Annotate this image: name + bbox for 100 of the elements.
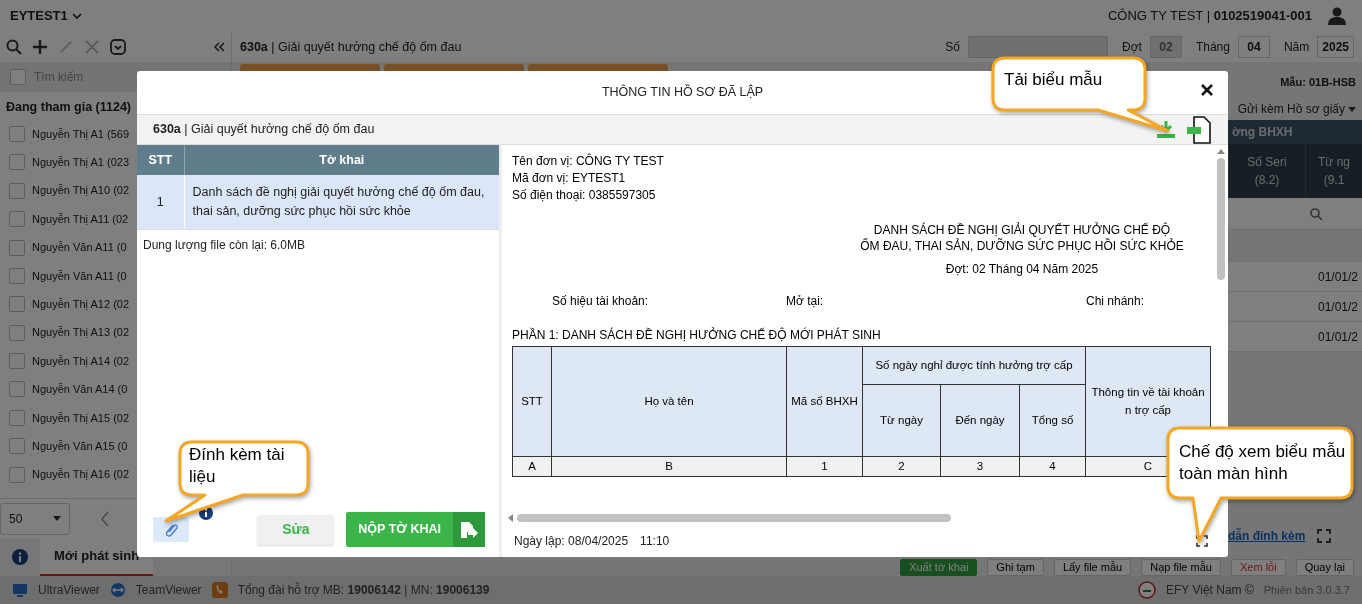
checkbox[interactable] (9, 211, 25, 228)
column-header: Họ và tên (551, 346, 787, 457)
unit-selector[interactable]: EYTEST1 (10, 6, 68, 26)
quota-text: Dung lượng file còn lại: 6.0MB (137, 229, 499, 254)
scroll-left-icon[interactable] (508, 514, 513, 522)
employee-name[interactable]: Nguyễn Văn A11 (0 (32, 267, 127, 285)
download-icon[interactable] (1156, 120, 1176, 139)
caret-icon[interactable] (70, 11, 83, 21)
employee-name[interactable]: Nguyễn Thị A15 (02 (32, 409, 130, 427)
section-heading: PHẦN 1: DANH SÁCH ĐỀ NGHỊ HƯỞNG CHẾ ĐỘ MỚI PHÁT SINH (512, 326, 882, 344)
column-header: Số ngày nghỉ được tính hưởng trợ cấp (862, 346, 1086, 385)
field-label: Năm (1283, 39, 1310, 56)
vendor-name: EFY Việt Nam © (1166, 582, 1254, 599)
tab[interactable]: Mới phát sinh (40, 538, 154, 576)
account-label: Mở tại: (786, 293, 825, 310)
scrollbar-thumb[interactable] (517, 514, 951, 522)
input-field[interactable]: 04 (1237, 36, 1270, 58)
field-label: Tháng (1195, 39, 1230, 56)
employee-name[interactable]: Nguyễn Văn A15 (0 (32, 438, 128, 455)
column-group-header: ờng BHXH (1228, 120, 1362, 144)
employee-name[interactable]: Nguyễn Thị A1 (569 (32, 125, 130, 143)
remote-icon[interactable] (109, 582, 126, 598)
checkbox[interactable] (9, 324, 25, 341)
action-button[interactable]: Xem lỗi (1230, 559, 1286, 576)
company-logo (1138, 581, 1156, 599)
employee-name[interactable]: Nguyễn Thị A14 (02 (32, 352, 130, 370)
checkbox[interactable] (9, 239, 25, 256)
submit-button[interactable]: NỘP TỜ KHAI (346, 512, 485, 547)
previous-icon[interactable] (100, 510, 110, 527)
checkbox[interactable] (9, 353, 25, 370)
form-title: 630a | Giải quyết hưởng chế độ ốm đau (240, 38, 462, 56)
monitor-icon[interactable] (12, 582, 28, 598)
search-icon[interactable] (1310, 207, 1322, 220)
scroll-up-icon[interactable] (1217, 149, 1225, 154)
employee-name[interactable]: Nguyễn Thị A1 (023 (32, 154, 130, 171)
table-row[interactable]: 1 Danh sách đề nghị giải quyết hưởng chế độ ốm đau, thai sản, dưỡng sức phục hồi sức khỏe (137, 175, 499, 229)
document-title: ỐM ĐAU, THAI SẢN, DƯỠNG SỨC PHỤC HỒI SỨC KHỎE (859, 238, 1185, 254)
field-label: Số (945, 39, 961, 56)
company-name: CÔNG TY TEST | 0102519041-001 (1107, 7, 1312, 26)
unit-info: Mã đơn vị: EYTEST1 (512, 170, 627, 187)
checkbox[interactable] (9, 409, 25, 426)
tool-link[interactable]: UltraViewer (38, 581, 100, 599)
account-label: Chi nhánh: (1086, 293, 1145, 310)
checkbox[interactable] (9, 267, 25, 284)
collapse-icon[interactable] (213, 41, 225, 53)
edit-icon[interactable] (58, 39, 74, 55)
created-time: 11:10 (640, 533, 670, 550)
tool-link[interactable]: TeamViewer (135, 581, 202, 599)
dialog-title: THÔNG TIN HỒ SƠ ĐÃ LẬP (601, 83, 764, 102)
add-icon[interactable] (32, 39, 48, 55)
column-header: Mã số BHXH (786, 346, 863, 457)
user-icon[interactable] (1328, 7, 1346, 25)
attachment-mode-select[interactable]: Gửi kèm Hồ sơ giấy (1228, 98, 1362, 120)
action-button[interactable]: Lấy file mẫu (1053, 559, 1132, 576)
employee-name[interactable]: Nguyễn Thị A10 (02 (32, 182, 130, 199)
action-button[interactable]: Xuất tờ khai (900, 559, 978, 576)
spreadsheet-file-icon[interactable] (1186, 115, 1212, 144)
employee-name[interactable]: Nguyễn Văn A14 (0 (32, 381, 128, 398)
column-header: Số Seri (8.2) (1228, 144, 1305, 198)
input-field[interactable]: 2025 (1317, 36, 1354, 58)
employee-name[interactable]: Nguyễn Thị A11 (02 (32, 210, 129, 228)
submit-icon (459, 520, 479, 539)
employee-name[interactable]: Nguyễn Thị A12 (02 (32, 296, 130, 313)
employee-name[interactable]: Nguyễn Thị A13 (02 (32, 324, 130, 341)
caret-icon[interactable] (53, 516, 61, 521)
template-code: Mẫu: 01B-HSB (1279, 75, 1357, 90)
delete-icon[interactable] (84, 39, 100, 55)
date-cell-text: 01/01/2 (1317, 298, 1358, 316)
caret-icon[interactable] (1348, 106, 1356, 112)
action-button[interactable]: Nạp file mẫu (1141, 559, 1221, 576)
page-size-select[interactable]: 50 (0, 502, 70, 535)
dropdown-icon[interactable] (110, 39, 126, 55)
checkbox[interactable] (9, 182, 25, 199)
date-cell-text: 01/01/2 (1317, 328, 1358, 346)
action-button[interactable]: Quay lại (1295, 559, 1354, 576)
column-header: Đến ngày (940, 384, 1020, 457)
employee-name[interactable]: Nguyễn Văn A11 (0 (32, 239, 127, 256)
checkbox[interactable] (9, 466, 25, 483)
column-header: Từ ngày (862, 384, 941, 457)
employee-name[interactable]: Nguyễn Thị A16 (02 (32, 466, 130, 483)
period-text: Đợt: 02 Tháng 04 Năm 2025 (944, 261, 1100, 278)
column-code: A (512, 456, 552, 477)
hotline-text: Tổng đài hỗ trợ MB: 19006142 | MN: 19006139 (237, 581, 490, 599)
search-icon[interactable] (6, 39, 22, 55)
action-button[interactable]: Ghi tạm (987, 559, 1044, 576)
form-title: 630a | Giải quyết hưởng chế độ ốm đau (153, 121, 375, 139)
table-cell-text: Danh sách đề nghị giải quyết hưởng chế độ ốm đau, thai sản, dưỡng sức phục hồi sức khỏe (191, 183, 486, 220)
fullscreen-icon[interactable] (1317, 529, 1332, 543)
field-label: Đợt (1122, 39, 1142, 56)
unit-info: Số điện thoại: 0385597305 (512, 187, 657, 204)
checkbox[interactable] (9, 296, 25, 313)
checkbox[interactable] (9, 125, 25, 142)
created-date: Ngày lập: 08/04/2025 (514, 533, 629, 550)
checkbox[interactable] (9, 381, 25, 398)
close-icon[interactable] (1200, 83, 1214, 97)
attach-button[interactable] (153, 517, 189, 542)
scrollbar-thumb[interactable] (1217, 158, 1225, 280)
column-header: Tổng số (1019, 384, 1086, 457)
checkbox[interactable] (9, 154, 25, 171)
checkbox[interactable] (9, 438, 25, 455)
